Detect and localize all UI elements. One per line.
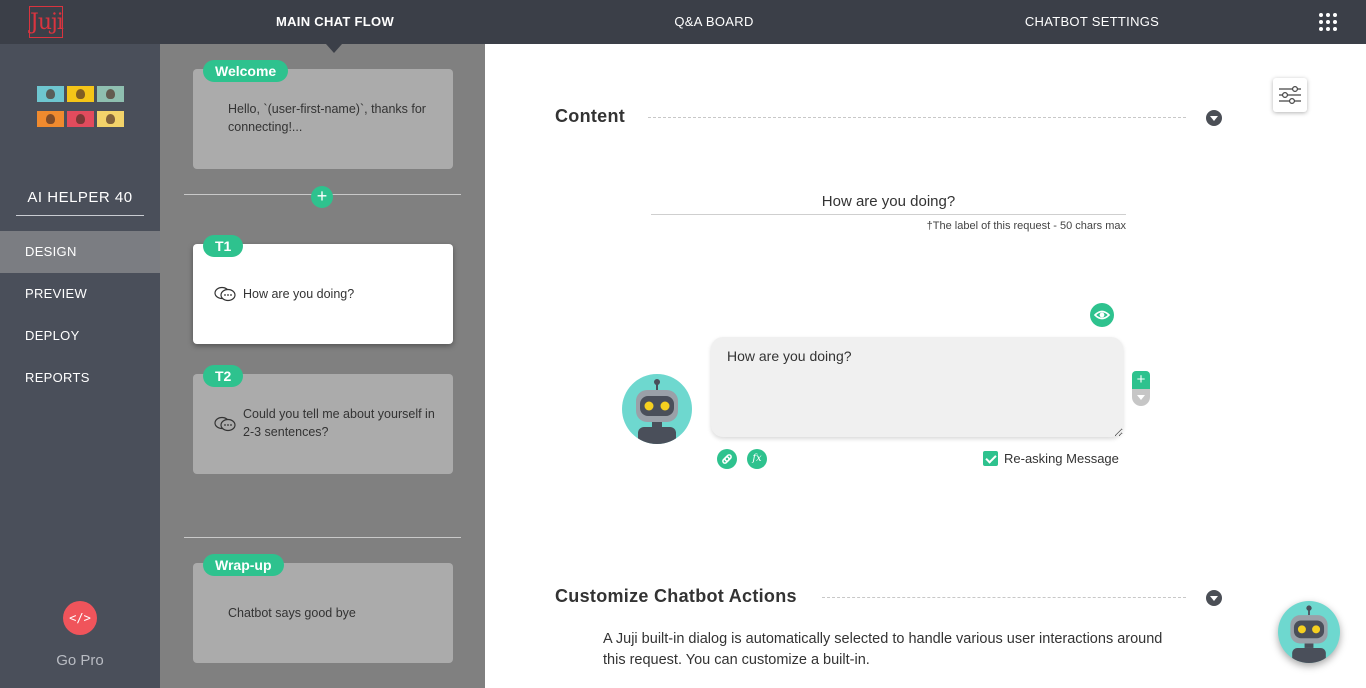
avatar [67, 111, 94, 127]
robot-icon [636, 379, 678, 444]
section-divider [648, 117, 1186, 118]
avatar [37, 86, 64, 102]
flow-card-t2[interactable]: T2 Could you tell me about yourself in 2… [193, 365, 453, 474]
card-tag: Wrap-up [203, 554, 284, 576]
section-divider [822, 597, 1186, 598]
card-tag: T2 [203, 365, 244, 387]
juji-logo[interactable]: Juji [29, 6, 64, 38]
chatbot-name[interactable]: AI HELPER 40 [16, 182, 144, 216]
tab-chatbot-settings[interactable]: CHATBOT SETTINGS [1002, 0, 1182, 44]
flow-card-wrap-up[interactable]: Wrap-up Chatbot says good bye [193, 554, 453, 663]
reasking-label[interactable]: Re-asking Message [1004, 451, 1119, 466]
settings-sliders-button[interactable] [1273, 78, 1307, 112]
helper-robot-button[interactable] [1278, 601, 1340, 663]
chat-bubbles-icon [214, 286, 236, 302]
go-pro-link[interactable]: Go Pro [0, 652, 160, 669]
code-icon[interactable]: </> [63, 601, 97, 635]
add-message-button[interactable]: + [1132, 371, 1150, 389]
card-text: Could you tell me about yourself in 2-3 … [243, 407, 435, 439]
sliders-icon [1279, 86, 1301, 105]
add-topic-button[interactable]: + [311, 186, 333, 208]
bot-message-textarea[interactable]: How are you doing? [711, 337, 1123, 437]
sidebar-item-preview[interactable]: PREVIEW [0, 273, 160, 315]
chatbot-robot-avatar [622, 374, 692, 444]
content-section-title: Content [555, 106, 626, 126]
tab-main-chat-flow[interactable]: MAIN CHAT FLOW [255, 0, 415, 44]
flow-card-welcome[interactable]: Welcome Hello, `(user-first-name)`, than… [193, 60, 453, 169]
eye-icon [1093, 310, 1111, 320]
reasking-checkbox[interactable] [983, 451, 998, 466]
chat-flow-panel: Welcome Hello, `(user-first-name)`, than… [160, 44, 485, 688]
function-icon[interactable]: fx [747, 449, 767, 469]
sidebar-item-reports[interactable]: REPORTS [0, 357, 160, 399]
active-tab-caret-icon [326, 44, 342, 53]
avatar [97, 86, 124, 102]
collapse-content-button[interactable] [1206, 110, 1222, 126]
link-icon[interactable] [717, 449, 737, 469]
card-text: How are you doing? [243, 287, 355, 301]
chain-link-icon [722, 454, 732, 464]
collapse-actions-button[interactable] [1206, 590, 1222, 606]
sidebar-item-design[interactable]: DESIGN [0, 231, 160, 273]
chat-bubbles-icon [214, 416, 236, 432]
request-label-input[interactable] [651, 188, 1126, 215]
avatar [37, 111, 64, 127]
avatar [97, 111, 124, 127]
robot-icon [1290, 605, 1328, 663]
actions-section-title: Customize Chatbot Actions [555, 586, 797, 606]
preview-eye-button[interactable] [1090, 303, 1114, 327]
avatar [67, 86, 94, 102]
left-sidebar: AI HELPER 40 DESIGN PREVIEW DEPLOY REPOR… [0, 44, 160, 688]
card-text: Hello, `(user-first-name)`, thanks for c… [228, 102, 426, 134]
card-tag: T1 [203, 235, 244, 257]
message-options-chevron-icon[interactable] [1132, 389, 1150, 406]
sidebar-item-deploy[interactable]: DEPLOY [0, 315, 160, 357]
actions-description: A Juji built-in dialog is automatically … [603, 631, 1163, 668]
chatbot-avatar-grid [37, 86, 125, 132]
flow-card-t1[interactable]: T1 How are you doing? [193, 235, 453, 344]
card-text: Chatbot says good bye [228, 606, 356, 620]
apps-grid-icon[interactable] [1319, 13, 1337, 31]
label-hint-text: †The label of this request - 50 chars ma… [926, 220, 1126, 232]
top-navigation-bar: Juji MAIN CHAT FLOW Q&A BOARD CHATBOT SE… [0, 0, 1366, 44]
tab-qa-board[interactable]: Q&A BOARD [634, 0, 794, 44]
flow-divider [184, 537, 461, 538]
card-tag: Welcome [203, 60, 289, 82]
